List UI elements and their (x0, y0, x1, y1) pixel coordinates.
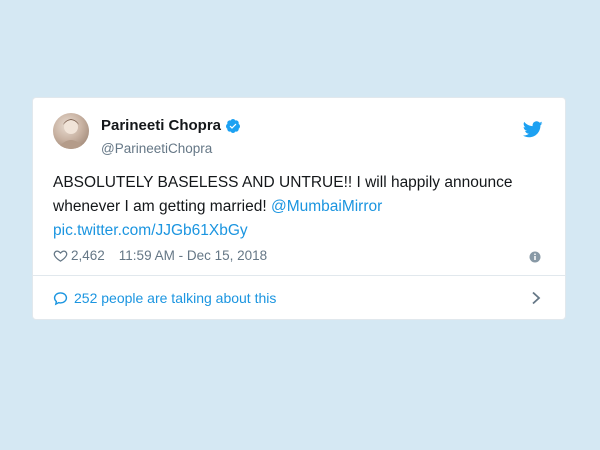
like-count[interactable]: 2,462 (71, 248, 105, 263)
mention-link[interactable]: @MumbaiMirror (271, 198, 382, 215)
author-handle[interactable]: @ParineetiChopra (101, 141, 212, 156)
talking-count[interactable]: 252 people are talking about this (74, 290, 276, 306)
conversation-link[interactable]: 252 people are talking about this (53, 290, 276, 306)
heart-icon[interactable] (53, 248, 68, 263)
timestamp[interactable]: 11:59 AM - Dec 15, 2018 (119, 248, 267, 263)
chevron-right-icon[interactable] (531, 291, 541, 305)
tweet-text: ABSOLUTELY BASELESS AND UNTRUE!! I will … (53, 171, 547, 243)
tweet-card[interactable]: Parineeti Chopra @ParineetiChopra ABSOLU… (32, 97, 566, 320)
divider (33, 275, 565, 276)
author-name[interactable]: Parineeti Chopra (101, 117, 221, 134)
avatar-image (57, 119, 85, 149)
media-link[interactable]: pic.twitter.com/JJGb61XbGy (53, 222, 248, 239)
avatar[interactable] (53, 113, 89, 149)
info-icon[interactable] (529, 251, 541, 263)
verified-badge-icon (226, 118, 241, 133)
twitter-bird-icon[interactable] (523, 121, 543, 138)
tweet-meta: 2,462 11:59 AM - Dec 15, 2018 (53, 248, 267, 263)
speech-bubble-icon (53, 291, 68, 305)
